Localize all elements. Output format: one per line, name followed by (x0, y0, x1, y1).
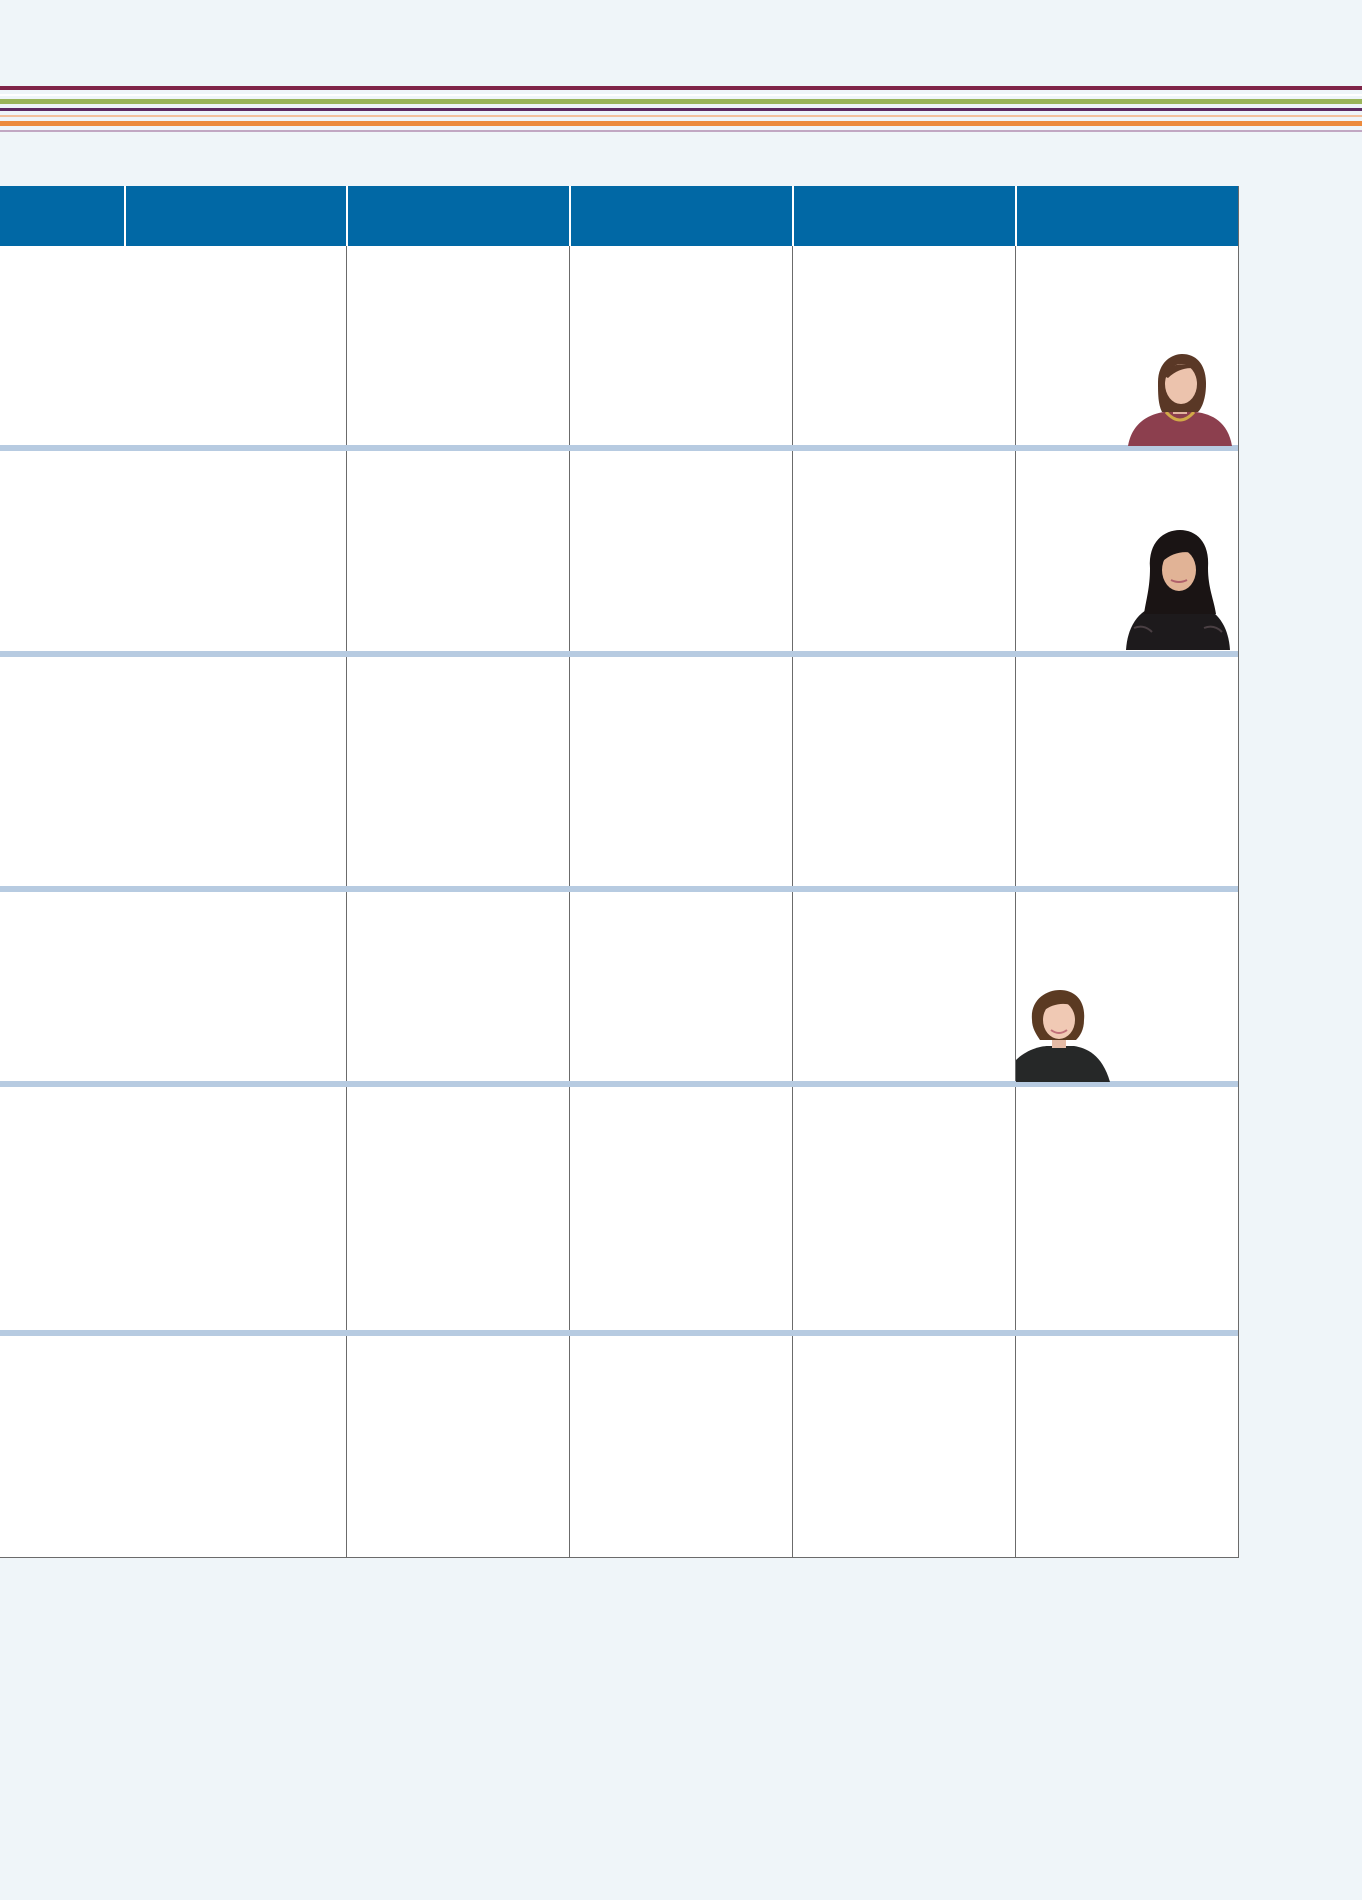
header-divider (792, 186, 794, 246)
woman-portrait-1-image (1128, 354, 1233, 446)
header-stripe-gap (0, 94, 1362, 96)
woman-portrait-2-image (1124, 528, 1232, 650)
header-divider (346, 186, 348, 246)
header-divider (1015, 186, 1017, 246)
header-stripe-green (0, 99, 1362, 104)
column-divider (792, 246, 793, 1557)
header-divider (124, 186, 126, 246)
header-stripe-orange (0, 121, 1362, 126)
row-separator (0, 886, 1238, 892)
column-divider (569, 246, 570, 1557)
data-table (0, 186, 1239, 1558)
header-stripe-burgundy (0, 86, 1362, 90)
row-separator (0, 651, 1238, 657)
header-stripe-lilac (0, 130, 1362, 132)
header-divider (569, 186, 571, 246)
header-stripe-peach (0, 115, 1362, 117)
row-separator (0, 445, 1238, 451)
table-header-row (0, 186, 1238, 246)
column-divider (1015, 246, 1016, 1557)
header-stripe-purple (0, 108, 1362, 111)
row-separator (0, 1330, 1238, 1336)
woman-portrait-3-image (1016, 990, 1110, 1082)
column-divider (346, 246, 347, 1557)
